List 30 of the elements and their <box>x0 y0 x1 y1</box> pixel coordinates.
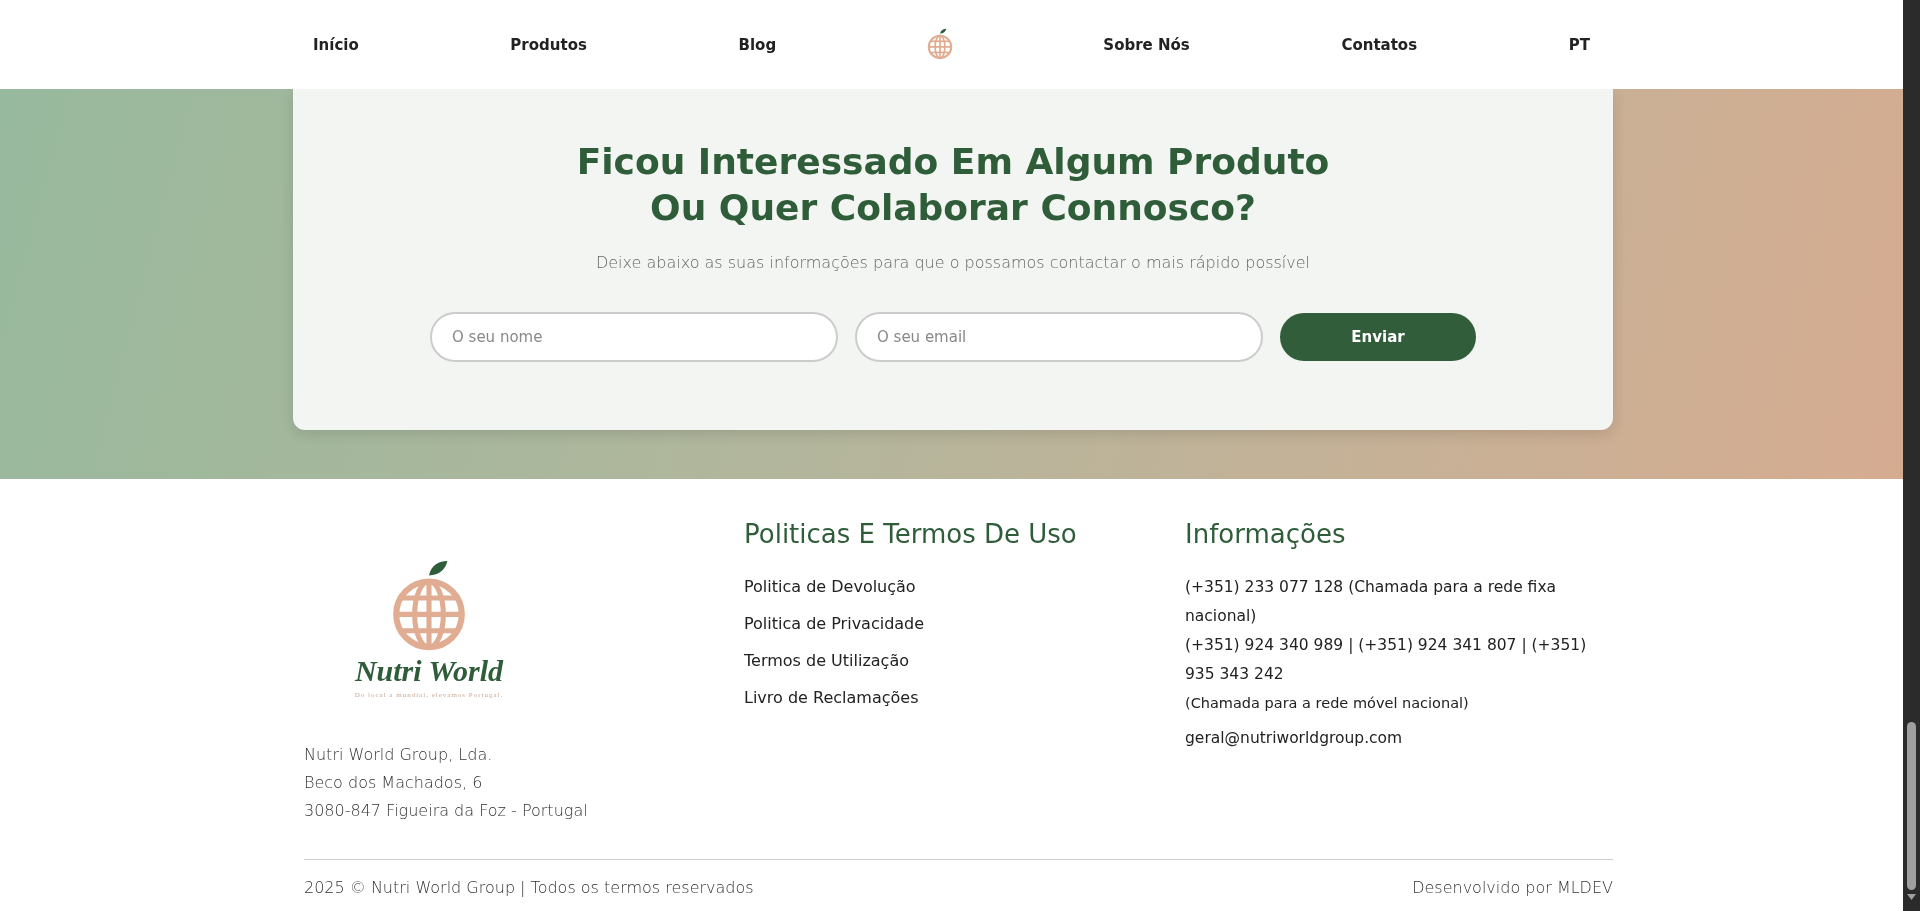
email-field[interactable]: O seu email <box>855 312 1263 362</box>
policy-link[interactable]: Politica de Devolução <box>744 573 916 600</box>
name-field[interactable]: O seu nome <box>430 312 838 362</box>
nav-link[interactable]: Blog <box>736 31 779 58</box>
policy-link[interactable]: Termos de Utilização <box>744 647 909 674</box>
address-line: Beco dos Machados, 6 <box>304 772 484 795</box>
email-link[interactable]: geral@nutriworldgroup.com <box>1185 724 1605 753</box>
column-heading: Informações <box>1185 518 1347 551</box>
logo-wordmark: Nutri World <box>354 655 504 688</box>
nav-link[interactable]: Produtos <box>508 31 589 58</box>
address-line: 3080-847 Figueira da Foz - Portugal <box>304 800 589 823</box>
globe-logo-icon[interactable] <box>925 28 954 61</box>
phone-numbers: (+351) 924 340 989 | (+351) 924 341 807 | (+351) 935 343 242 <box>1185 635 1588 685</box>
credit-text: Desenvolvido por MLDEV <box>1412 878 1613 897</box>
policy-link[interactable]: Livro de Reclamações <box>744 684 919 711</box>
language-selector[interactable]: PT <box>1566 31 1592 58</box>
scrollbar-thumb[interactable] <box>1907 722 1916 890</box>
submit-button[interactable]: Enviar <box>1280 313 1476 361</box>
scroll-down-icon[interactable] <box>1907 894 1916 900</box>
nav-link[interactable]: Contatos <box>1339 31 1420 58</box>
nav-link[interactable]: Sobre Nós <box>1101 31 1192 58</box>
nav-link[interactable]: Início <box>311 31 361 58</box>
card-title: Ficou Interessado Em Algum Produto Ou Quer Colaborar Connosco? <box>576 140 1330 230</box>
phone-numbers: (+351) 233 077 128 (Chamada para a rede fixa nacional) <box>1185 577 1558 627</box>
address-line: Nutri World Group, Lda. <box>304 744 494 767</box>
card-subtitle: Deixe abaixo as suas informações para que o possamos contactar o mais rápido possível <box>595 253 1311 272</box>
phone-note: (Chamada para a rede móvel nacional) <box>1185 694 1470 713</box>
policy-link[interactable]: Politica de Privacidade <box>744 610 925 637</box>
copyright-text: 2025 © Nutri World Group | Todos os termos reservados <box>304 878 754 897</box>
column-heading: Politicas E Termos De Uso <box>744 518 1078 551</box>
